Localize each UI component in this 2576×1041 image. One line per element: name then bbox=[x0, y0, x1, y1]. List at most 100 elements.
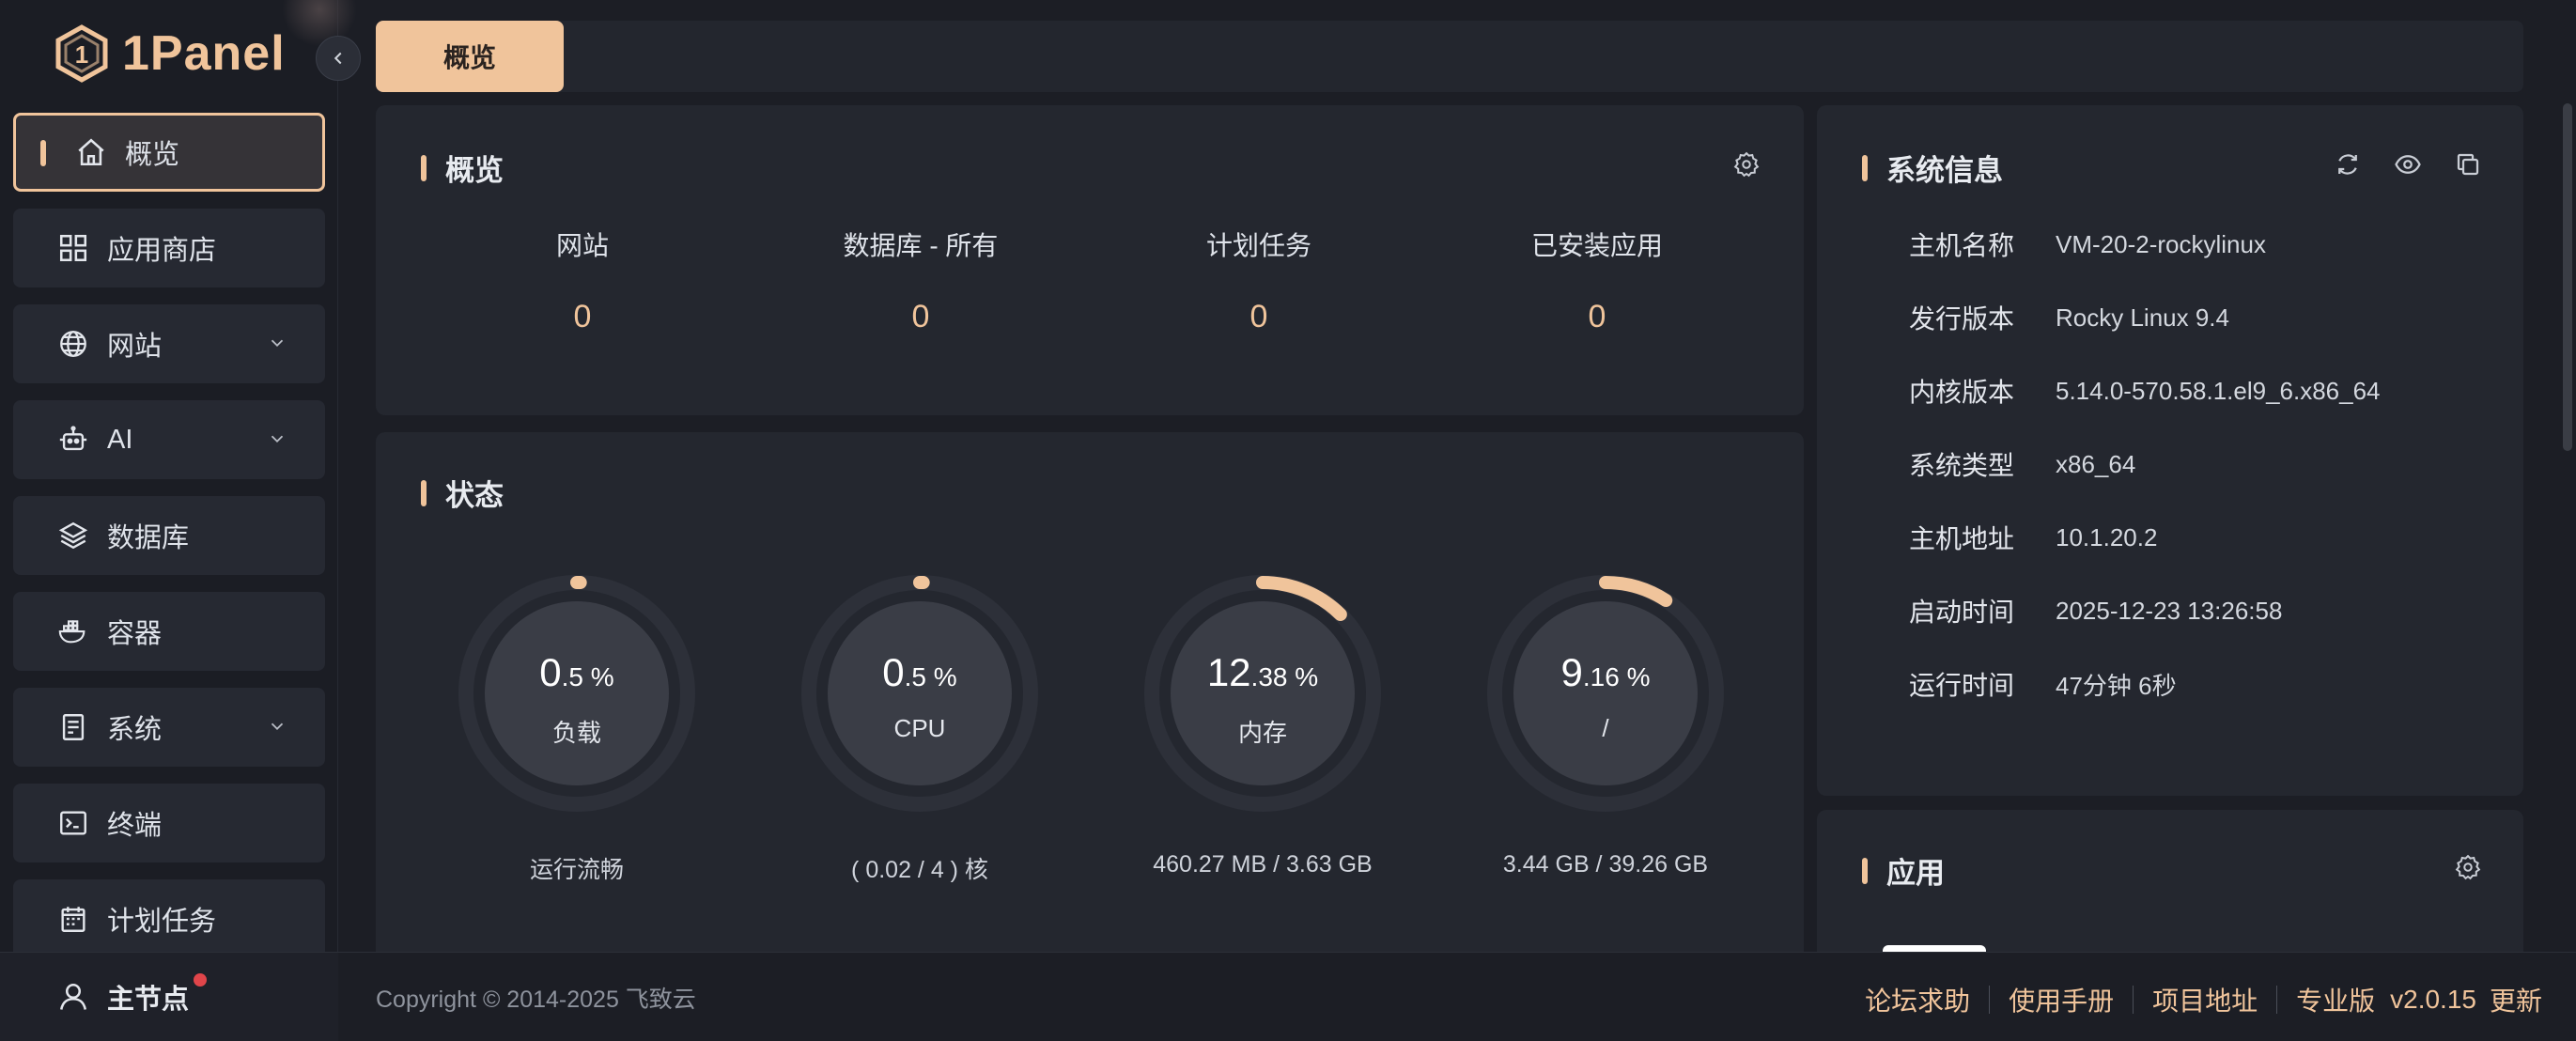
title-bar bbox=[421, 154, 427, 181]
sidebar-item-database[interactable]: 数据库 bbox=[13, 496, 325, 575]
info-value: x86_64 bbox=[2056, 449, 2136, 478]
card-title: 概览 bbox=[421, 147, 504, 189]
overview-item-cronjobs[interactable]: 计划任务 0 bbox=[1118, 225, 1400, 335]
user-icon bbox=[59, 983, 87, 1010]
node-selector[interactable]: 主节点 bbox=[0, 952, 338, 1041]
system-info-card: 系统信息 主机名称 VM-20-2-rockylinux 发行版本 Rocky … bbox=[1817, 105, 2523, 796]
chevron-down-icon bbox=[271, 339, 284, 348]
update-link[interactable]: 更新 bbox=[2490, 981, 2542, 1018]
gauge-value-int: 9 bbox=[1560, 650, 1583, 694]
info-row-distro: 发行版本 Rocky Linux 9.4 bbox=[1909, 299, 2229, 336]
docker-icon bbox=[56, 614, 90, 648]
svg-text:1: 1 bbox=[75, 40, 88, 69]
sidebar-item-ai[interactable]: AI bbox=[13, 400, 325, 479]
gauge-sub: 460.27 MB / 3.63 GB bbox=[1153, 851, 1373, 878]
gauge-label: 负载 bbox=[551, 719, 601, 747]
sidebar-item-label: 系统 bbox=[107, 715, 163, 745]
sidebar-item-terminal[interactable]: 终端 bbox=[13, 784, 325, 862]
info-key: 内核版本 bbox=[1909, 378, 2015, 407]
sidebar-item-label: 概览 bbox=[125, 140, 180, 170]
divider bbox=[2133, 986, 2134, 1014]
chevron-left-icon bbox=[334, 52, 342, 65]
sidebar-item-label: 网站 bbox=[107, 332, 163, 362]
active-indicator bbox=[40, 140, 46, 166]
overview-value: 0 bbox=[1249, 299, 1268, 334]
info-row-hostname: 主机名称 VM-20-2-rockylinux bbox=[1909, 225, 2266, 263]
overview-label: 计划任务 bbox=[1205, 231, 1311, 260]
overview-item-installed-apps[interactable]: 已安装应用 0 bbox=[1456, 225, 1738, 335]
gauge-label: CPU bbox=[893, 714, 946, 742]
gauge-value-int: 0 bbox=[539, 650, 562, 694]
forum-link[interactable]: 论坛求助 bbox=[1865, 981, 1970, 1018]
gauge-value: 0.5 % bbox=[798, 650, 1042, 695]
title-bar bbox=[421, 479, 427, 506]
sidebar-item-app-store[interactable]: 应用商店 bbox=[13, 209, 325, 287]
sidebar-menu: 概览 应用商店 网站 AI 数据库 容器 系统 终端 计划任务 bbox=[13, 113, 325, 975]
globe-icon bbox=[56, 327, 90, 361]
logo[interactable]: 1 1Panel bbox=[54, 21, 286, 86]
sidebar-item-label: 应用商店 bbox=[107, 236, 217, 266]
collapse-sidebar-button[interactable] bbox=[316, 36, 361, 81]
gear-icon[interactable] bbox=[2454, 853, 2482, 881]
sidebar-item-cron[interactable]: 计划任务 bbox=[13, 879, 325, 958]
tab-bar: 概览 bbox=[376, 21, 2523, 92]
info-value: Rocky Linux 9.4 bbox=[2056, 303, 2229, 332]
tab-overview[interactable]: 概览 bbox=[376, 21, 564, 92]
app-item-preview[interactable] bbox=[1883, 945, 1986, 952]
overview-label: 已安装应用 bbox=[1530, 231, 1663, 260]
calendar-icon bbox=[56, 902, 90, 936]
gauge-sub: 3.44 GB / 39.26 GB bbox=[1502, 851, 1709, 878]
sidebar-item-label: 数据库 bbox=[107, 523, 190, 553]
info-value: 10.1.20.2 bbox=[2056, 522, 2158, 552]
apps-title: 应用 bbox=[1886, 857, 1945, 890]
info-row-arch: 系统类型 x86_64 bbox=[1909, 445, 2135, 483]
overview-value: 0 bbox=[911, 299, 930, 334]
sidebar-item-container[interactable]: 容器 bbox=[13, 592, 325, 671]
manual-link[interactable]: 使用手册 bbox=[2009, 981, 2114, 1018]
card-title: 应用 bbox=[1862, 849, 1945, 892]
pro-edition-link[interactable]: 专业版 bbox=[2296, 981, 2375, 1018]
sidebar-item-label: 计划任务 bbox=[107, 907, 217, 937]
sidebar-item-overview[interactable]: 概览 bbox=[13, 113, 325, 192]
sidebar-item-system[interactable]: 系统 bbox=[13, 688, 325, 767]
info-row-ip: 主机地址 10.1.20.2 bbox=[1909, 519, 2157, 556]
gauge-label: / bbox=[1602, 714, 1609, 742]
sidebar-item-website[interactable]: 网站 bbox=[13, 304, 325, 383]
footer-links: 论坛求助 使用手册 项目地址 专业版 v2.0.15 更新 bbox=[1865, 981, 2542, 1018]
gauge-value-dec: .38 % bbox=[1250, 662, 1319, 691]
divider bbox=[1989, 986, 1991, 1014]
gauge-value: 12.38 % bbox=[1141, 650, 1385, 695]
sidebar: 1 1Panel 概览 应用商店 网站 AI 数据库 容器 系统 终端 计划任务 bbox=[0, 0, 357, 1041]
gauge-value: 9.16 % bbox=[1483, 650, 1728, 695]
info-value: 47分钟 6秒 bbox=[2056, 671, 2177, 700]
terminal-icon bbox=[56, 806, 90, 840]
copy-icon[interactable] bbox=[2454, 150, 2482, 179]
system-info-title: 系统信息 bbox=[1886, 154, 2003, 187]
gauge-value-int: 12 bbox=[1206, 650, 1251, 694]
info-row-kernel: 内核版本 5.14.0-570.58.1.el9_6.x86_64 bbox=[1909, 372, 2381, 410]
gauge-value-int: 0 bbox=[882, 650, 905, 694]
eye-icon[interactable] bbox=[2394, 150, 2422, 179]
refresh-icon[interactable] bbox=[2334, 150, 2362, 179]
gauge-value-dec: .5 % bbox=[561, 662, 614, 691]
info-key: 主机名称 bbox=[1909, 231, 2015, 260]
card-title: 状态 bbox=[421, 472, 504, 514]
project-link[interactable]: 项目地址 bbox=[2152, 981, 2258, 1018]
info-value: 2025-12-23 13:26:58 bbox=[2056, 596, 2283, 625]
info-row-uptime: 运行时间 47分钟 6秒 bbox=[1909, 665, 2177, 703]
gauge-load: 0.5 % 负载 bbox=[455, 571, 699, 816]
info-key: 主机地址 bbox=[1909, 524, 2015, 553]
overview-item-databases[interactable]: 数据库 - 所有 0 bbox=[780, 225, 1062, 335]
overview-title: 概览 bbox=[445, 154, 504, 187]
info-key: 系统类型 bbox=[1909, 451, 2015, 480]
gear-icon[interactable] bbox=[1732, 150, 1761, 179]
grid-icon bbox=[56, 231, 90, 265]
info-row-boot-time: 启动时间 2025-12-23 13:26:58 bbox=[1909, 592, 2282, 629]
gauge-sub: ( 0.02 / 4 ) 核 bbox=[851, 857, 988, 883]
node-label: 主节点 bbox=[107, 985, 190, 1015]
gauge-memory: 12.38 % 内存 bbox=[1141, 571, 1385, 816]
info-value: VM-20-2-rockylinux bbox=[2056, 229, 2266, 258]
scrollbar[interactable] bbox=[2563, 103, 2572, 451]
info-key: 发行版本 bbox=[1909, 304, 2015, 334]
overview-item-websites[interactable]: 网站 0 bbox=[442, 225, 723, 335]
